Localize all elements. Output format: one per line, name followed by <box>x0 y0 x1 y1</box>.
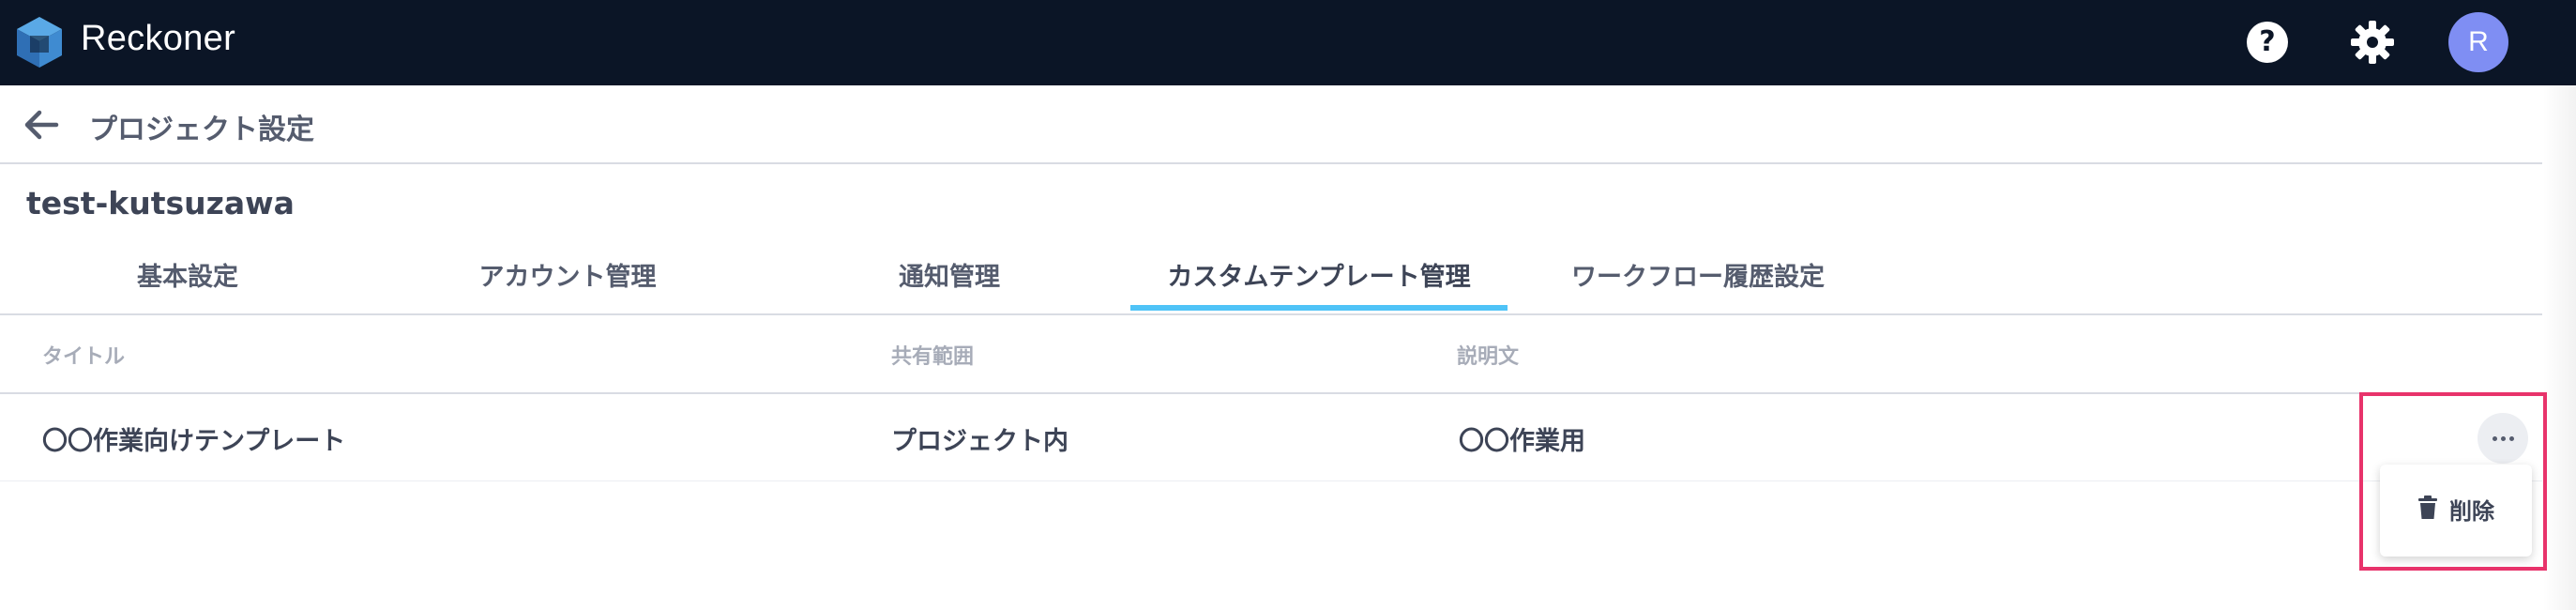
column-header-description: 説明文 <box>1457 345 1520 369</box>
table-header: タイトル 共有範囲 説明文 <box>0 315 2542 394</box>
delete-label: 削除 <box>2449 498 2494 525</box>
template-scope-cell: プロジェクト内 <box>891 427 1068 456</box>
column-header-scope: 共有範囲 <box>891 345 975 369</box>
avatar[interactable]: R <box>2448 12 2508 72</box>
tab-notification-management[interactable]: 通知管理 <box>856 244 1043 312</box>
delete-menu-item[interactable]: 削除 <box>2380 465 2532 557</box>
more-options-button[interactable] <box>2478 413 2528 464</box>
table-row[interactable]: 〇〇作業向けテンプレート プロジェクト内 〇〇作業用 <box>0 394 2542 481</box>
row-action-menu: 削除 <box>2380 465 2532 557</box>
top-header: Reckoner ? R <box>0 0 2576 85</box>
template-title-cell: 〇〇作業向けテンプレート <box>42 427 346 456</box>
back-arrow-icon[interactable] <box>21 104 62 145</box>
tab-account-management[interactable]: アカウント管理 <box>441 244 694 312</box>
column-header-title: タイトル <box>42 345 126 369</box>
help-icon[interactable]: ? <box>2247 22 2288 63</box>
project-name: test-kutsuzawa <box>26 185 295 221</box>
page-title: プロジェクト設定 <box>89 114 314 146</box>
page-subheader: プロジェクト設定 <box>0 85 2542 164</box>
reckoner-logo[interactable] <box>13 15 66 69</box>
tab-workflow-history-settings[interactable]: ワークフロー履歴設定 <box>1538 244 1857 312</box>
ellipsis-icon <box>2493 436 2497 441</box>
edge-shade <box>2542 85 2576 610</box>
trash-icon <box>2418 496 2437 519</box>
gear-icon[interactable] <box>2349 19 2396 66</box>
tab-basic-settings[interactable]: 基本設定 <box>94 244 281 312</box>
active-tab-indicator <box>1130 305 1508 311</box>
template-description-cell: 〇〇作業用 <box>1459 427 1585 456</box>
brand-name[interactable]: Reckoner <box>81 19 235 59</box>
tab-custom-template-management[interactable]: カスタムテンプレート管理 <box>1130 244 1508 312</box>
